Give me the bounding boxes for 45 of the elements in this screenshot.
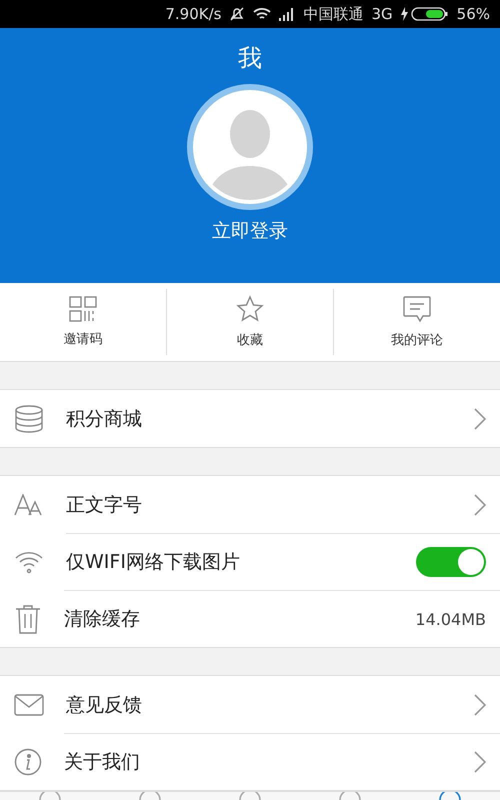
signal-icon (279, 7, 296, 21)
cache-size: 14.04MB (415, 610, 486, 628)
carrier-name: 中国联通 (303, 4, 364, 24)
settings-row[interactable]: 清除缓存 14.04MB (0, 590, 500, 647)
font-size-icon (14, 494, 44, 516)
tab-icon[interactable] (38, 792, 62, 800)
row-label: 正文字号 (66, 492, 143, 518)
chevron-right-icon (474, 694, 486, 716)
chevron-right-icon (474, 408, 486, 430)
row-label: 积分商城 (66, 406, 143, 432)
star-icon (236, 295, 264, 323)
chevron-right-icon (474, 751, 486, 773)
shortcut-label[interactable]: 邀请码 (64, 330, 102, 348)
network-type: 3G (371, 5, 393, 23)
comment-icon (402, 295, 432, 323)
mail-icon (14, 694, 44, 716)
mute-bell-icon (229, 6, 246, 22)
page-title: 我 (238, 43, 262, 74)
row-label: 关于我们 (64, 750, 141, 775)
info-icon (14, 748, 42, 776)
tab-icon[interactable] (338, 792, 362, 800)
tab-icon[interactable] (138, 792, 162, 800)
battery-icon (400, 7, 449, 21)
avatar-placeholder[interactable] (187, 84, 313, 210)
wifi-icon (253, 7, 272, 21)
login-link[interactable]: 立即登录 (212, 218, 288, 244)
chevron-right-icon (474, 494, 486, 516)
settings-row[interactable]: 仅WIFI网络下载图片 (0, 533, 500, 590)
tab-icon[interactable] (238, 792, 262, 800)
qr-code-icon (69, 296, 97, 322)
database-icon (14, 404, 44, 434)
tab-icon[interactable] (438, 792, 462, 800)
network-speed: 7.90K/s (165, 5, 222, 23)
row-label: 意见反馈 (66, 692, 143, 718)
settings-row[interactable]: 意见反馈 (0, 676, 500, 733)
trash-icon (14, 604, 42, 634)
settings-row[interactable]: 正文字号 (0, 476, 500, 533)
settings-row[interactable]: 积分商城 (0, 390, 500, 447)
row-label: 仅WIFI网络下载图片 (66, 550, 241, 575)
row-label: 清除缓存 (64, 607, 141, 632)
toggle-switch[interactable] (416, 547, 486, 577)
battery-percent: 56% (456, 5, 490, 23)
wifi-icon (14, 550, 44, 574)
shortcut-label[interactable]: 我的评论 (391, 331, 443, 349)
shortcut-label[interactable]: 收藏 (237, 331, 263, 349)
